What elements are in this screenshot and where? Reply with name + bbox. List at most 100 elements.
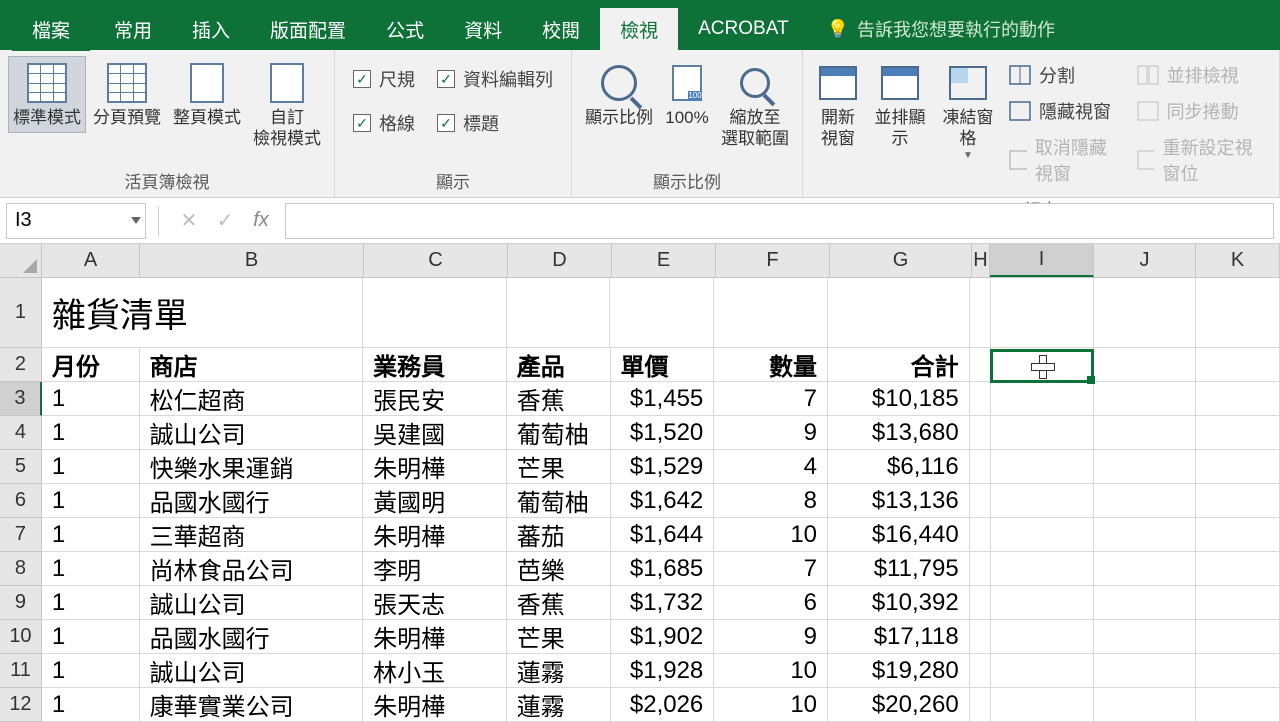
cell-product[interactable]: 芒果 <box>507 450 611 484</box>
cell-price[interactable]: $1,642 <box>611 484 715 518</box>
new-window-button[interactable]: 開新 視窗 <box>811 56 865 155</box>
cell-month[interactable]: 1 <box>42 654 140 688</box>
cell[interactable] <box>991 450 1095 484</box>
cell-month[interactable]: 1 <box>42 382 140 416</box>
header-month[interactable]: 月份 <box>42 348 140 382</box>
header-sales[interactable]: 業務員 <box>363 348 507 382</box>
header-price[interactable]: 單價 <box>611 348 715 382</box>
cell[interactable] <box>970 688 991 722</box>
tell-me-box[interactable]: 💡 告訴我您想要執行的動作 <box>827 16 1055 42</box>
cell[interactable] <box>1196 278 1280 348</box>
cell[interactable] <box>970 620 991 654</box>
cell-product[interactable]: 香蕉 <box>507 382 611 416</box>
cell-product[interactable]: 葡萄柚 <box>507 416 611 450</box>
cell[interactable] <box>828 278 970 348</box>
cell[interactable] <box>1094 450 1196 484</box>
cell-qty[interactable]: 7 <box>714 382 828 416</box>
cell[interactable] <box>363 278 507 348</box>
cell[interactable] <box>991 278 1095 348</box>
cell-price[interactable]: $1,732 <box>611 586 715 620</box>
cell-total[interactable]: $17,118 <box>828 620 970 654</box>
cell[interactable] <box>1196 552 1280 586</box>
col-header-B[interactable]: B <box>140 244 364 277</box>
cell-total[interactable]: $10,185 <box>828 382 970 416</box>
cell[interactable] <box>1094 484 1196 518</box>
tab-review[interactable]: 校閱 <box>522 8 600 51</box>
row-header-10[interactable]: 10 <box>0 620 42 654</box>
tab-view[interactable]: 檢視 <box>600 8 678 51</box>
formulabar-checkbox[interactable]: ✓資料編輯列 <box>437 66 553 92</box>
cell[interactable] <box>1196 450 1280 484</box>
row-header-7[interactable]: 7 <box>0 518 42 552</box>
cell-price[interactable]: $1,455 <box>611 382 715 416</box>
row-header-9[interactable]: 9 <box>0 586 42 620</box>
zoom-selection-button[interactable]: 縮放至 選取範圍 <box>716 56 794 155</box>
header-qty[interactable]: 數量 <box>714 348 828 382</box>
cell-product[interactable]: 芒果 <box>507 620 611 654</box>
select-all-corner[interactable] <box>0 244 42 277</box>
cell[interactable] <box>991 348 1095 382</box>
cell-product[interactable]: 蕃茄 <box>507 518 611 552</box>
fx-button[interactable]: fx <box>243 203 279 239</box>
ruler-checkbox[interactable]: ✓尺規 <box>353 66 415 92</box>
cell-store[interactable]: 誠山公司 <box>140 586 363 620</box>
cell-month[interactable]: 1 <box>42 620 140 654</box>
cell-store[interactable]: 品國水國行 <box>140 620 363 654</box>
cell[interactable] <box>1094 348 1196 382</box>
cell[interactable] <box>970 348 991 382</box>
tab-data[interactable]: 資料 <box>444 8 522 51</box>
header-product[interactable]: 產品 <box>507 348 611 382</box>
col-header-C[interactable]: C <box>364 244 508 277</box>
pagelayout-view-button[interactable]: 整頁模式 <box>168 56 246 133</box>
tab-file[interactable]: 檔案 <box>12 8 90 51</box>
zoom-100-button[interactable]: 100 100% <box>660 56 714 133</box>
cell-product[interactable]: 葡萄柚 <box>507 484 611 518</box>
cell-store[interactable]: 快樂水果運銷 <box>140 450 363 484</box>
header-store[interactable]: 商店 <box>140 348 363 382</box>
cell[interactable] <box>991 518 1095 552</box>
cell-store[interactable]: 誠山公司 <box>140 654 363 688</box>
cell-product[interactable]: 香蕉 <box>507 586 611 620</box>
cell-total[interactable]: $13,680 <box>828 416 970 450</box>
cell[interactable] <box>1196 348 1280 382</box>
cell[interactable] <box>991 552 1095 586</box>
cell[interactable] <box>1196 654 1280 688</box>
cell-total[interactable]: $6,116 <box>828 450 970 484</box>
row-header-4[interactable]: 4 <box>0 416 42 450</box>
cell-month[interactable]: 1 <box>42 688 140 722</box>
cell-salesperson[interactable]: 黃國明 <box>363 484 507 518</box>
cell[interactable] <box>991 654 1095 688</box>
freeze-panes-button[interactable]: 凍結窗格 ▼ <box>935 56 1001 166</box>
cell-month[interactable]: 1 <box>42 552 140 586</box>
cell[interactable] <box>970 586 991 620</box>
cell-product[interactable]: 芭樂 <box>507 552 611 586</box>
cell-month[interactable]: 1 <box>42 416 140 450</box>
cell[interactable] <box>1094 518 1196 552</box>
title-cell[interactable]: 雜貨清單 <box>42 278 363 348</box>
cell[interactable] <box>970 278 991 348</box>
row-header-1[interactable]: 1 <box>0 278 42 348</box>
cell-salesperson[interactable]: 朱明樺 <box>363 688 507 722</box>
row-header-2[interactable]: 2 <box>0 348 42 382</box>
cell[interactable] <box>1094 552 1196 586</box>
cell[interactable] <box>970 450 991 484</box>
name-box[interactable]: I3 <box>6 203 146 239</box>
cell[interactable] <box>1094 278 1196 348</box>
cell[interactable] <box>1196 484 1280 518</box>
cell-product[interactable]: 蓮霧 <box>507 654 611 688</box>
tab-layout[interactable]: 版面配置 <box>250 8 366 51</box>
cell-qty[interactable]: 4 <box>714 450 828 484</box>
cell-product[interactable]: 蓮霧 <box>507 688 611 722</box>
hide-window-button[interactable]: 隱藏視窗 <box>1009 98 1123 124</box>
pagebreak-view-button[interactable]: 分頁預覽 <box>88 56 166 133</box>
cell-store[interactable]: 三華超商 <box>140 518 363 552</box>
cell-store[interactable]: 松仁超商 <box>140 382 363 416</box>
cell-total[interactable]: $13,136 <box>828 484 970 518</box>
zoom-button[interactable]: 顯示比例 <box>580 56 658 133</box>
formula-input[interactable] <box>285 203 1274 239</box>
cell-month[interactable]: 1 <box>42 450 140 484</box>
cell-qty[interactable]: 10 <box>714 654 828 688</box>
row-header-8[interactable]: 8 <box>0 552 42 586</box>
cell[interactable] <box>610 278 714 348</box>
cell[interactable] <box>1196 688 1280 722</box>
